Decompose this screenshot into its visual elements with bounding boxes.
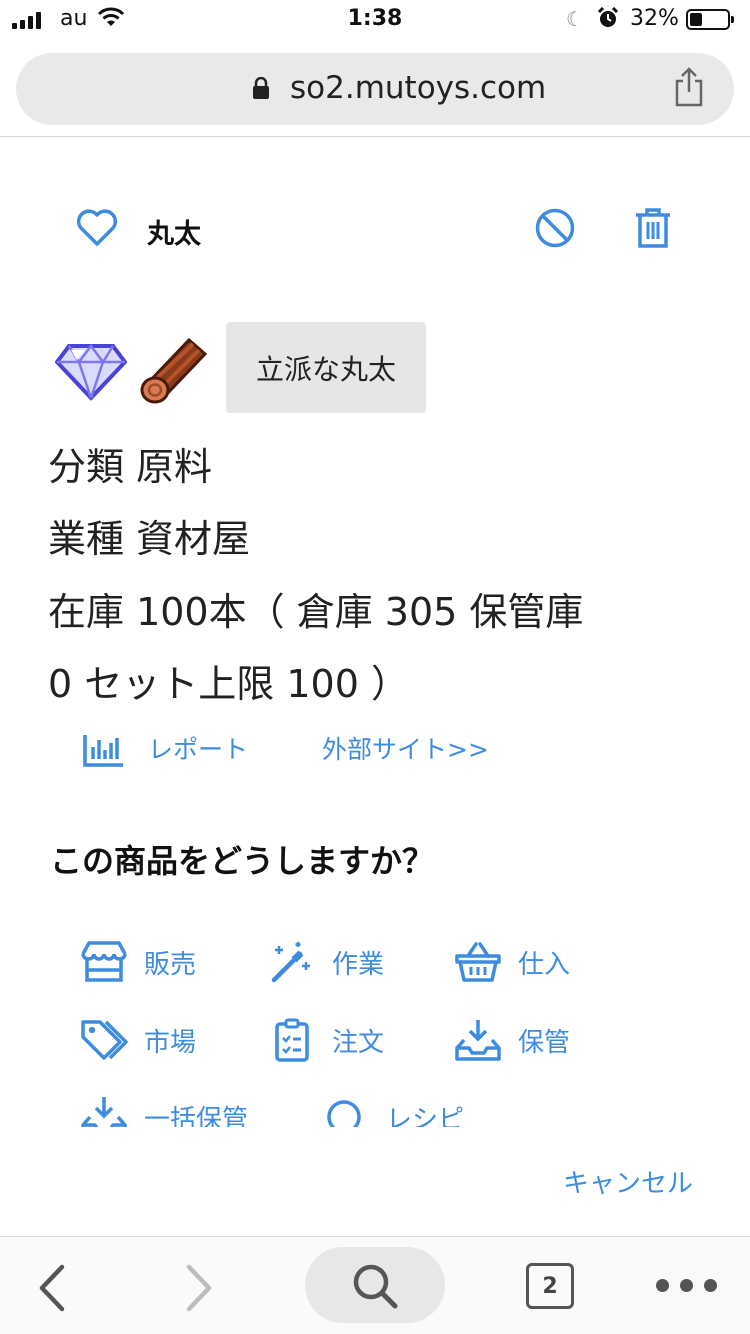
inbox-download-icon bbox=[81, 1097, 127, 1127]
action-label: 作業 bbox=[332, 949, 385, 980]
browser-toolbar: 2 bbox=[0, 1236, 750, 1334]
action-question: この商品をどうしますか？ bbox=[50, 842, 435, 880]
report-link[interactable]: レポート bbox=[148, 730, 248, 766]
inbox-download-icon bbox=[455, 1020, 501, 1061]
url-text: so2.mutoys.com bbox=[290, 70, 547, 106]
action-label: レシピ bbox=[386, 1104, 465, 1128]
alarm-icon bbox=[597, 7, 619, 27]
search-button[interactable] bbox=[305, 1247, 445, 1323]
storage-button[interactable]: 保管 bbox=[454, 1018, 570, 1062]
recipe-button[interactable]: レシピ bbox=[322, 1095, 464, 1127]
stock-line-1: 在庫 100本（ 倉庫 305 保管庫 bbox=[48, 590, 584, 634]
work-button[interactable]: 作業 bbox=[268, 940, 384, 984]
industry-label: 業種 bbox=[48, 517, 125, 561]
clipboard-list-icon bbox=[275, 1018, 309, 1062]
more-options-icon[interactable] bbox=[656, 1279, 717, 1292]
action-row-clipped: 一括保管 レシピ bbox=[0, 1085, 750, 1127]
share-icon[interactable] bbox=[672, 67, 706, 107]
category-row: 分類 原料 bbox=[48, 436, 212, 491]
action-label: 仕入 bbox=[518, 949, 571, 980]
action-label: 注文 bbox=[332, 1027, 385, 1058]
stock-line-2: 0 セット上限 100 ） bbox=[48, 662, 409, 706]
action-label: 市場 bbox=[144, 1027, 197, 1058]
industry-value: 資材屋 bbox=[136, 517, 251, 561]
address-bar[interactable]: so2.mutoys.com bbox=[16, 53, 734, 125]
external-site-link[interactable]: 外部サイト>> bbox=[322, 730, 489, 766]
bulk-storage-button[interactable]: 一括保管 bbox=[80, 1095, 248, 1127]
category-label: 分類 bbox=[48, 445, 125, 489]
tags-icon bbox=[81, 1020, 128, 1060]
log-item-icon bbox=[140, 337, 208, 404]
purchase-button[interactable]: 仕入 bbox=[454, 940, 570, 984]
battery-percent: 32% bbox=[630, 6, 679, 31]
tabs-button[interactable]: 2 bbox=[526, 1263, 574, 1309]
do-not-disturb-icon: ☾ bbox=[566, 7, 584, 31]
status-bar: au 1:38 ☾ 32% bbox=[0, 0, 750, 40]
market-button[interactable]: 市場 bbox=[80, 1018, 196, 1062]
back-arrow-icon[interactable] bbox=[36, 1263, 68, 1313]
basket-icon bbox=[455, 942, 501, 982]
block-icon[interactable] bbox=[534, 207, 576, 249]
diamond-quality-icon bbox=[55, 343, 127, 401]
category-value: 原料 bbox=[136, 445, 213, 489]
battery-icon bbox=[686, 9, 734, 30]
bar-chart-icon[interactable] bbox=[83, 733, 125, 767]
cancel-link[interactable]: キャンセル bbox=[563, 1163, 693, 1200]
lock-icon bbox=[253, 77, 269, 99]
favorite-heart-icon[interactable] bbox=[76, 208, 118, 248]
item-title: 丸太 bbox=[147, 219, 201, 250]
address-divider bbox=[0, 136, 750, 137]
action-label: 保管 bbox=[518, 1027, 571, 1058]
action-label: 一括保管 bbox=[144, 1104, 249, 1128]
action-label: 販売 bbox=[144, 949, 197, 980]
forward-arrow-icon[interactable] bbox=[183, 1263, 215, 1313]
store-icon bbox=[81, 941, 127, 982]
search-icon bbox=[353, 1264, 398, 1309]
quality-badge: 立派な丸太 bbox=[226, 322, 426, 413]
order-button[interactable]: 注文 bbox=[268, 1018, 384, 1062]
sell-button[interactable]: 販売 bbox=[80, 940, 196, 984]
magic-wand-icon bbox=[271, 942, 310, 983]
industry-row: 業種 資材屋 bbox=[48, 508, 250, 563]
search-icon bbox=[327, 1100, 361, 1127]
trash-icon[interactable] bbox=[634, 207, 672, 249]
